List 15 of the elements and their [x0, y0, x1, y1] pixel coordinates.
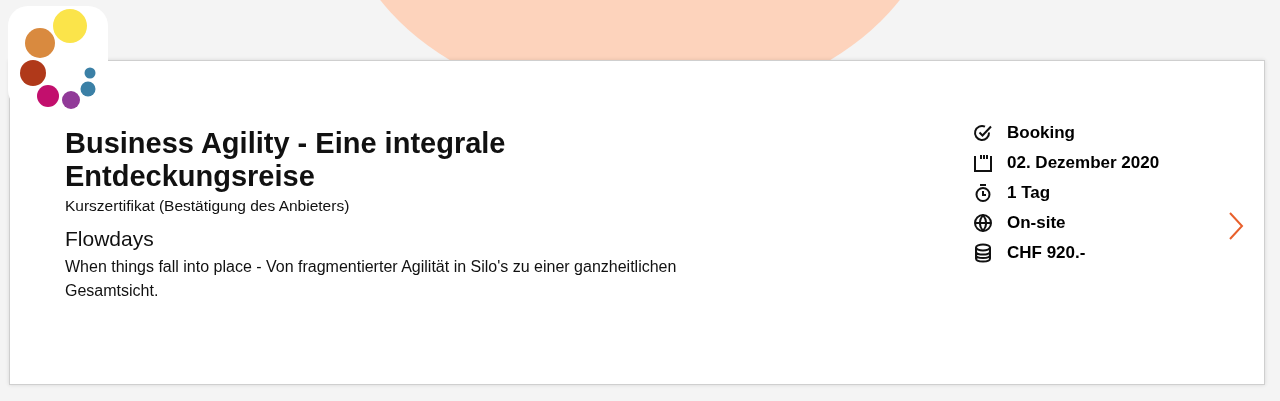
course-title: Business Agility - Eine integrale Entdeckungsreise: [65, 127, 507, 193]
certificate-text: Kurszertifikat (Bestätigung des Anbieters): [65, 197, 351, 215]
detail-text: On-site: [1007, 213, 1066, 233]
detail-text: 02. Dezember 2020: [1007, 153, 1160, 173]
calendar-icon: [973, 153, 993, 173]
stopwatch-icon: [973, 183, 993, 203]
coins-icon: [973, 243, 993, 263]
chevron-right-icon[interactable]: [1228, 211, 1244, 241]
course-description: When things fall into place - Von fragmentierter Agilität in Silo's zu einer ganzheitlichen Gesamtsicht.: [65, 257, 678, 301]
provider-name: Flowdays: [65, 227, 155, 251]
check-circle-icon: [973, 123, 993, 143]
globe-icon: [973, 213, 993, 233]
detail-text: CHF 920.-: [1007, 243, 1086, 263]
detail-text: 1 Tag: [1007, 183, 1051, 203]
detail-text: Booking: [1007, 123, 1075, 143]
